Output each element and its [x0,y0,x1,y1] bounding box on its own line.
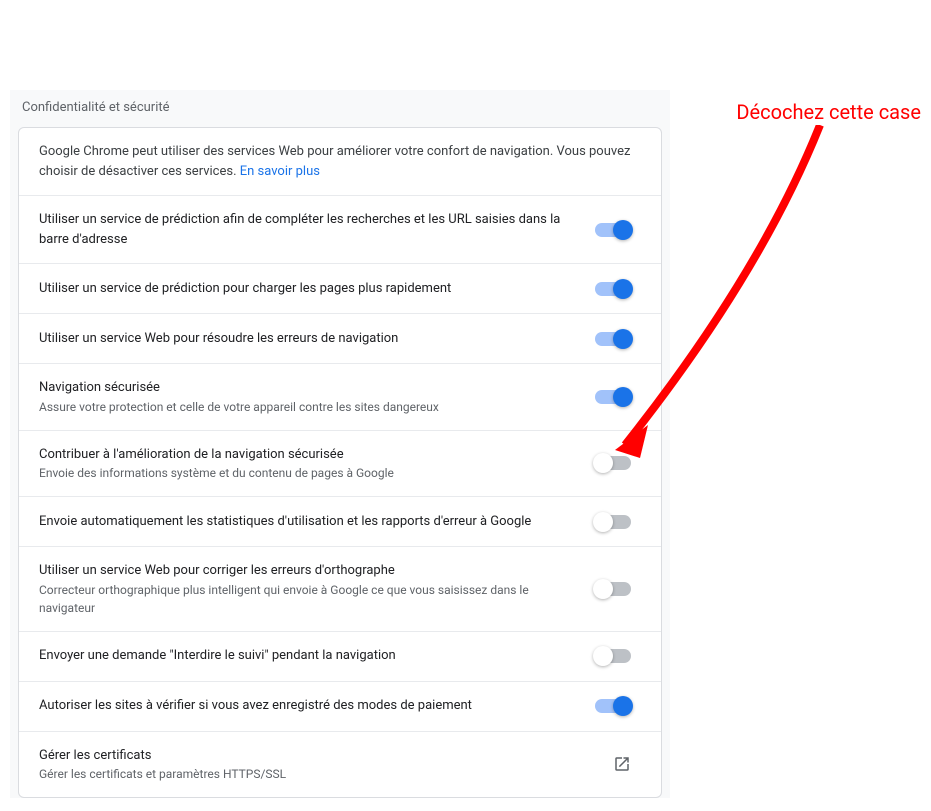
setting-text: Gérer les certificats Gérer les certific… [39,746,613,784]
intro-text: Google Chrome peut utiliser des services… [39,144,630,179]
setting-row-prediction-url[interactable]: Utiliser un service de prédiction afin d… [19,196,661,264]
setting-title: Utiliser un service Web pour corriger le… [39,561,575,581]
toggle-nav-errors[interactable] [595,332,631,346]
setting-title: Utiliser un service de prédiction pour c… [39,279,575,299]
toggle-knob [613,387,633,407]
setting-title: Contribuer à l'amélioration de la naviga… [39,445,575,465]
setting-row-prediction-pages[interactable]: Utiliser un service de prédiction pour c… [19,264,661,314]
setting-row-do-not-track[interactable]: Envoyer une demande "Interdire le suivi"… [19,632,661,682]
setting-text: Utiliser un service Web pour corriger le… [39,561,595,617]
setting-text: Contribuer à l'amélioration de la naviga… [39,445,595,483]
setting-row-nav-errors[interactable]: Utiliser un service Web pour résoudre le… [19,314,661,364]
setting-text: Autoriser les sites à vérifier si vous a… [39,696,595,716]
setting-desc: Envoie des informations système et du co… [39,464,575,482]
toggle-knob [613,696,633,716]
intro-description: Google Chrome peut utiliser des services… [19,128,661,196]
setting-title: Envoie automatiquement les statistiques … [39,512,575,532]
toggle-safe-browsing[interactable] [595,390,631,404]
toggle-usage-stats[interactable] [595,515,631,529]
setting-row-payment-check[interactable]: Autoriser les sites à vérifier si vous a… [19,682,661,732]
setting-row-spellcheck[interactable]: Utiliser un service Web pour corriger le… [19,547,661,632]
settings-panel: Confidentialité et sécurité Google Chrom… [10,90,670,798]
toggle-do-not-track[interactable] [595,649,631,663]
setting-title: Navigation sécurisée [39,378,575,398]
setting-text: Utiliser un service Web pour résoudre le… [39,329,595,349]
setting-row-certificates[interactable]: Gérer les certificats Gérer les certific… [19,732,661,798]
setting-title: Utiliser un service Web pour résoudre le… [39,329,575,349]
toggle-knob [593,646,613,666]
toggle-spellcheck[interactable] [595,582,631,596]
setting-title: Gérer les certificats [39,746,593,766]
annotation-text: Décochez cette case [736,100,921,124]
setting-text: Navigation sécurisée Assure votre protec… [39,378,595,416]
toggle-knob [613,329,633,349]
setting-desc: Correcteur orthographique plus intellige… [39,581,575,617]
toggle-knob [613,220,633,240]
setting-title: Envoyer une demande "Interdire le suivi"… [39,646,575,666]
toggle-improve-safe-browsing[interactable] [595,456,631,470]
toggle-payment-check[interactable] [595,699,631,713]
setting-desc: Assure votre protection et celle de votr… [39,398,575,416]
toggle-knob [613,279,633,299]
setting-text: Envoie automatiquement les statistiques … [39,512,595,532]
setting-text: Utiliser un service de prédiction afin d… [39,210,595,249]
toggle-knob [593,512,613,532]
settings-card: Google Chrome peut utiliser des services… [18,127,662,798]
setting-title: Autoriser les sites à vérifier si vous a… [39,696,575,716]
setting-row-usage-stats[interactable]: Envoie automatiquement les statistiques … [19,497,661,547]
setting-row-safe-browsing[interactable]: Navigation sécurisée Assure votre protec… [19,364,661,431]
setting-row-improve-safe-browsing[interactable]: Contribuer à l'amélioration de la naviga… [19,431,661,498]
setting-title: Utiliser un service de prédiction afin d… [39,210,575,249]
toggle-knob [593,579,613,599]
setting-desc: Gérer les certificats et paramètres HTTP… [39,765,593,783]
setting-text: Utiliser un service de prédiction pour c… [39,279,595,299]
section-title: Confidentialité et sécurité [10,100,670,127]
toggle-prediction-url[interactable] [595,223,631,237]
toggle-knob [593,453,613,473]
setting-text: Envoyer une demande "Interdire le suivi"… [39,646,595,666]
toggle-prediction-pages[interactable] [595,282,631,296]
learn-more-link[interactable]: En savoir plus [240,164,320,179]
external-link-icon [613,755,631,773]
